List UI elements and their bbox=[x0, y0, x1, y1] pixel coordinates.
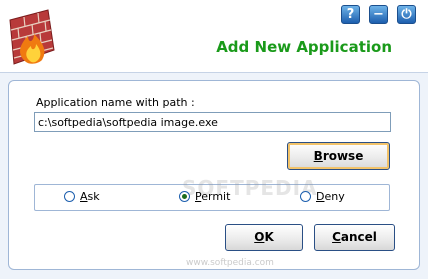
power-icon: ⏻ bbox=[401, 7, 412, 22]
help-button[interactable]: ? bbox=[341, 5, 360, 24]
firewall-logo-icon bbox=[9, 9, 55, 65]
radio-ask-mnemonic: A bbox=[80, 190, 88, 203]
ok-mnemonic: O bbox=[254, 230, 265, 244]
watermark-url: www.softpedia.com bbox=[186, 258, 274, 268]
radio-permit-label: ermit bbox=[201, 190, 231, 203]
path-input[interactable] bbox=[34, 112, 391, 132]
radio-ask-label: sk bbox=[87, 190, 100, 203]
ok-label-rest: K bbox=[264, 230, 274, 244]
minimize-button[interactable]: − bbox=[369, 5, 388, 24]
path-label: Application name with path : bbox=[36, 96, 195, 109]
ok-button[interactable]: OK bbox=[225, 224, 303, 251]
add-application-window: ? − ⏻ Add New Application Application na… bbox=[0, 0, 428, 279]
browse-button[interactable]: Browse bbox=[287, 142, 390, 170]
radio-ask-indicator bbox=[64, 191, 75, 202]
minimize-icon: − bbox=[373, 7, 384, 22]
cancel-label-rest: ancel bbox=[340, 230, 377, 244]
header: ? − ⏻ Add New Application bbox=[0, 0, 428, 72]
radio-deny-label: eny bbox=[324, 190, 345, 203]
browse-mnemonic: B bbox=[313, 149, 323, 163]
browse-label-rest: rowse bbox=[322, 149, 364, 163]
dialog-title: Add New Application bbox=[216, 38, 392, 56]
radio-permit-indicator bbox=[179, 191, 190, 202]
radio-deny-indicator bbox=[300, 191, 311, 202]
cancel-button[interactable]: Cancel bbox=[314, 224, 395, 251]
cancel-mnemonic: C bbox=[332, 230, 341, 244]
help-icon: ? bbox=[346, 7, 355, 22]
close-button[interactable]: ⏻ bbox=[397, 5, 416, 24]
